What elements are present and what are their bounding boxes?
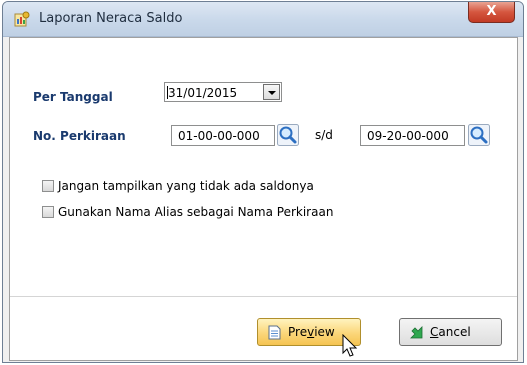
- button-area-divider: [10, 296, 517, 297]
- cancel-label: Cancel: [430, 325, 471, 339]
- use-alias-checkbox[interactable]: [42, 206, 54, 218]
- account-from-input[interactable]: 01-00-00-000: [171, 125, 275, 146]
- search-account-to-icon[interactable]: [468, 124, 490, 146]
- account-to-input[interactable]: 09-20-00-000: [360, 125, 465, 146]
- per-tanggal-date-picker[interactable]: 31/01/2015: [164, 82, 282, 102]
- close-button[interactable]: X: [468, 2, 515, 23]
- report-chart-icon: [14, 11, 30, 27]
- dialog-body: Per Tanggal 31/01/2015 No. Perkiraan 01-…: [9, 37, 518, 361]
- undo-arrow-icon: [410, 326, 423, 339]
- title-bar[interactable]: Laporan Neraca Saldo X: [3, 2, 523, 37]
- range-separator-label: s/d: [315, 128, 333, 142]
- search-account-from-icon[interactable]: [277, 124, 299, 146]
- chevron-down-icon: [268, 91, 276, 95]
- dropdown-button[interactable]: [263, 84, 280, 100]
- window-title: Laporan Neraca Saldo: [39, 11, 183, 26]
- document-icon: [268, 325, 281, 340]
- mouse-pointer-icon: [342, 334, 358, 357]
- hide-zero-balance-label[interactable]: Jangan tampilkan yang tidak ada saldonya: [58, 179, 314, 193]
- per-tanggal-value: 31/01/2015: [168, 86, 238, 100]
- hide-zero-balance-checkbox[interactable]: [42, 180, 54, 192]
- dialog-window: Laporan Neraca Saldo X Per Tanggal 31/01…: [2, 1, 524, 363]
- cancel-button[interactable]: Cancel: [399, 318, 502, 346]
- no-perkiraan-label: No. Perkiraan: [33, 129, 126, 143]
- preview-label: Preview: [288, 325, 335, 339]
- use-alias-label[interactable]: Gunakan Nama Alias sebagai Nama Perkiraa…: [58, 205, 333, 219]
- per-tanggal-label: Per Tanggal: [33, 90, 113, 104]
